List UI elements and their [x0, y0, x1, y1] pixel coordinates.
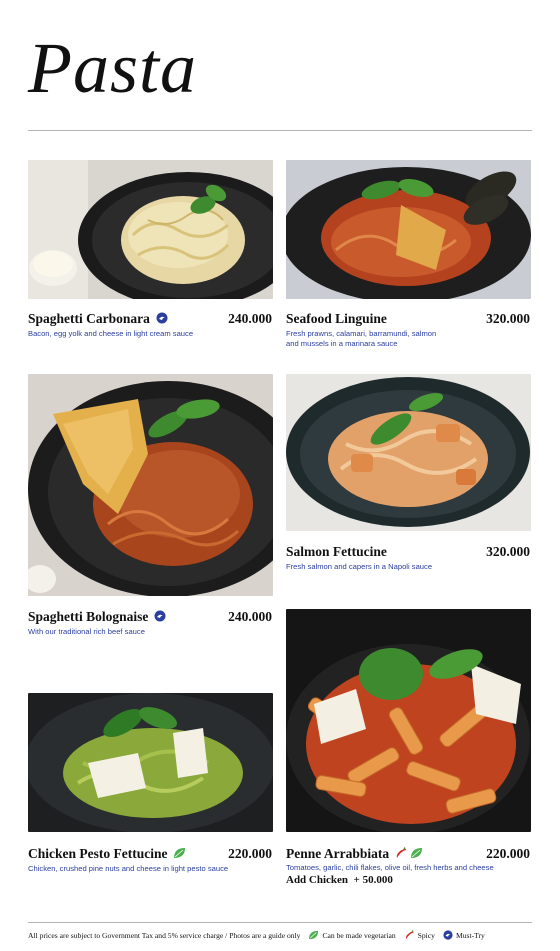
- spicy-chili-icon: [405, 930, 414, 940]
- penne-arrabbiata-photo: [286, 609, 531, 832]
- desc-seafood-linguine-line-1: Fresh prawns, calamari, barramundi, salm…: [286, 329, 437, 338]
- dish-name-chicken-pesto-fettucine: Chicken Pesto Fettucine: [28, 846, 186, 863]
- must-try-icon: [154, 610, 166, 626]
- salmon-fettucine-photo: [286, 374, 531, 531]
- legend-spicy: Spicy: [404, 930, 435, 940]
- price-salmon-fettucine: 320.000: [486, 544, 530, 559]
- desc-penne-arrabbiata: Tomatoes, garlic, chili flakes, olive oi…: [286, 863, 494, 872]
- footer: All prices are subject to Government Tax…: [28, 930, 532, 940]
- dish-name-penne-arrabbiata: Penne Arrabbiata: [286, 846, 423, 863]
- spaghetti-carbonara-photo: [28, 160, 273, 299]
- seafood-linguine-photo: [286, 160, 531, 299]
- must-try-icon: [443, 930, 453, 940]
- vegetarian-leaf-icon: [173, 847, 186, 863]
- dish-name-spaghetti-carbonara: Spaghetti Carbonara: [28, 311, 168, 328]
- desc-spaghetti-carbonara: Bacon, egg yolk and cheese in light crea…: [28, 329, 194, 338]
- legend-vegetarian-label: Can be made vegetarian: [322, 930, 396, 940]
- footer-divider: [28, 922, 532, 923]
- desc-salmon-fettucine: Fresh salmon and capers in a Napoli sauc…: [286, 562, 433, 571]
- price-spaghetti-bolognaise: 240.000: [228, 609, 272, 624]
- price-spaghetti-carbonara: 240.000: [228, 311, 272, 326]
- price-penne-arrabbiata: 220.000: [486, 846, 530, 861]
- legend-spicy-label: Spicy: [417, 930, 435, 940]
- vegetarian-leaf-icon: [309, 930, 319, 940]
- chicken-pesto-fettucine-photo: [28, 693, 273, 832]
- must-try-icon: [156, 312, 168, 328]
- add-chicken-option: Add Chicken + 50.000: [286, 874, 393, 886]
- desc-spaghetti-bolognaise: With our traditional rich beef sauce: [28, 627, 145, 636]
- price-seafood-linguine: 320.000: [486, 311, 530, 326]
- spicy-chili-icon: [395, 847, 407, 863]
- price-chicken-pesto-fettucine: 220.000: [228, 846, 272, 861]
- legend-vegetarian: Can be made vegetarian: [308, 930, 396, 940]
- desc-seafood-linguine-line-2: and mussels in a marinara sauce: [286, 339, 398, 348]
- page-title: Pasta: [28, 28, 198, 108]
- dish-name-salmon-fettucine: Salmon Fettucine: [286, 544, 387, 559]
- vegetarian-leaf-icon: [410, 847, 423, 863]
- dish-name-spaghetti-bolognaise: Spaghetti Bolognaise: [28, 609, 166, 626]
- legend-must-try-label: Must-Try: [455, 930, 485, 940]
- footer-note: All prices are subject to Government Tax…: [28, 930, 301, 940]
- dish-name-seafood-linguine: Seafood Linguine: [286, 311, 387, 326]
- desc-chicken-pesto-fettucine: Chicken, crushed pine nuts and cheese in…: [28, 864, 229, 873]
- legend-must-try: Must-Try: [443, 930, 485, 940]
- spaghetti-bolognaise-photo: [28, 374, 273, 596]
- title-divider: [28, 130, 532, 131]
